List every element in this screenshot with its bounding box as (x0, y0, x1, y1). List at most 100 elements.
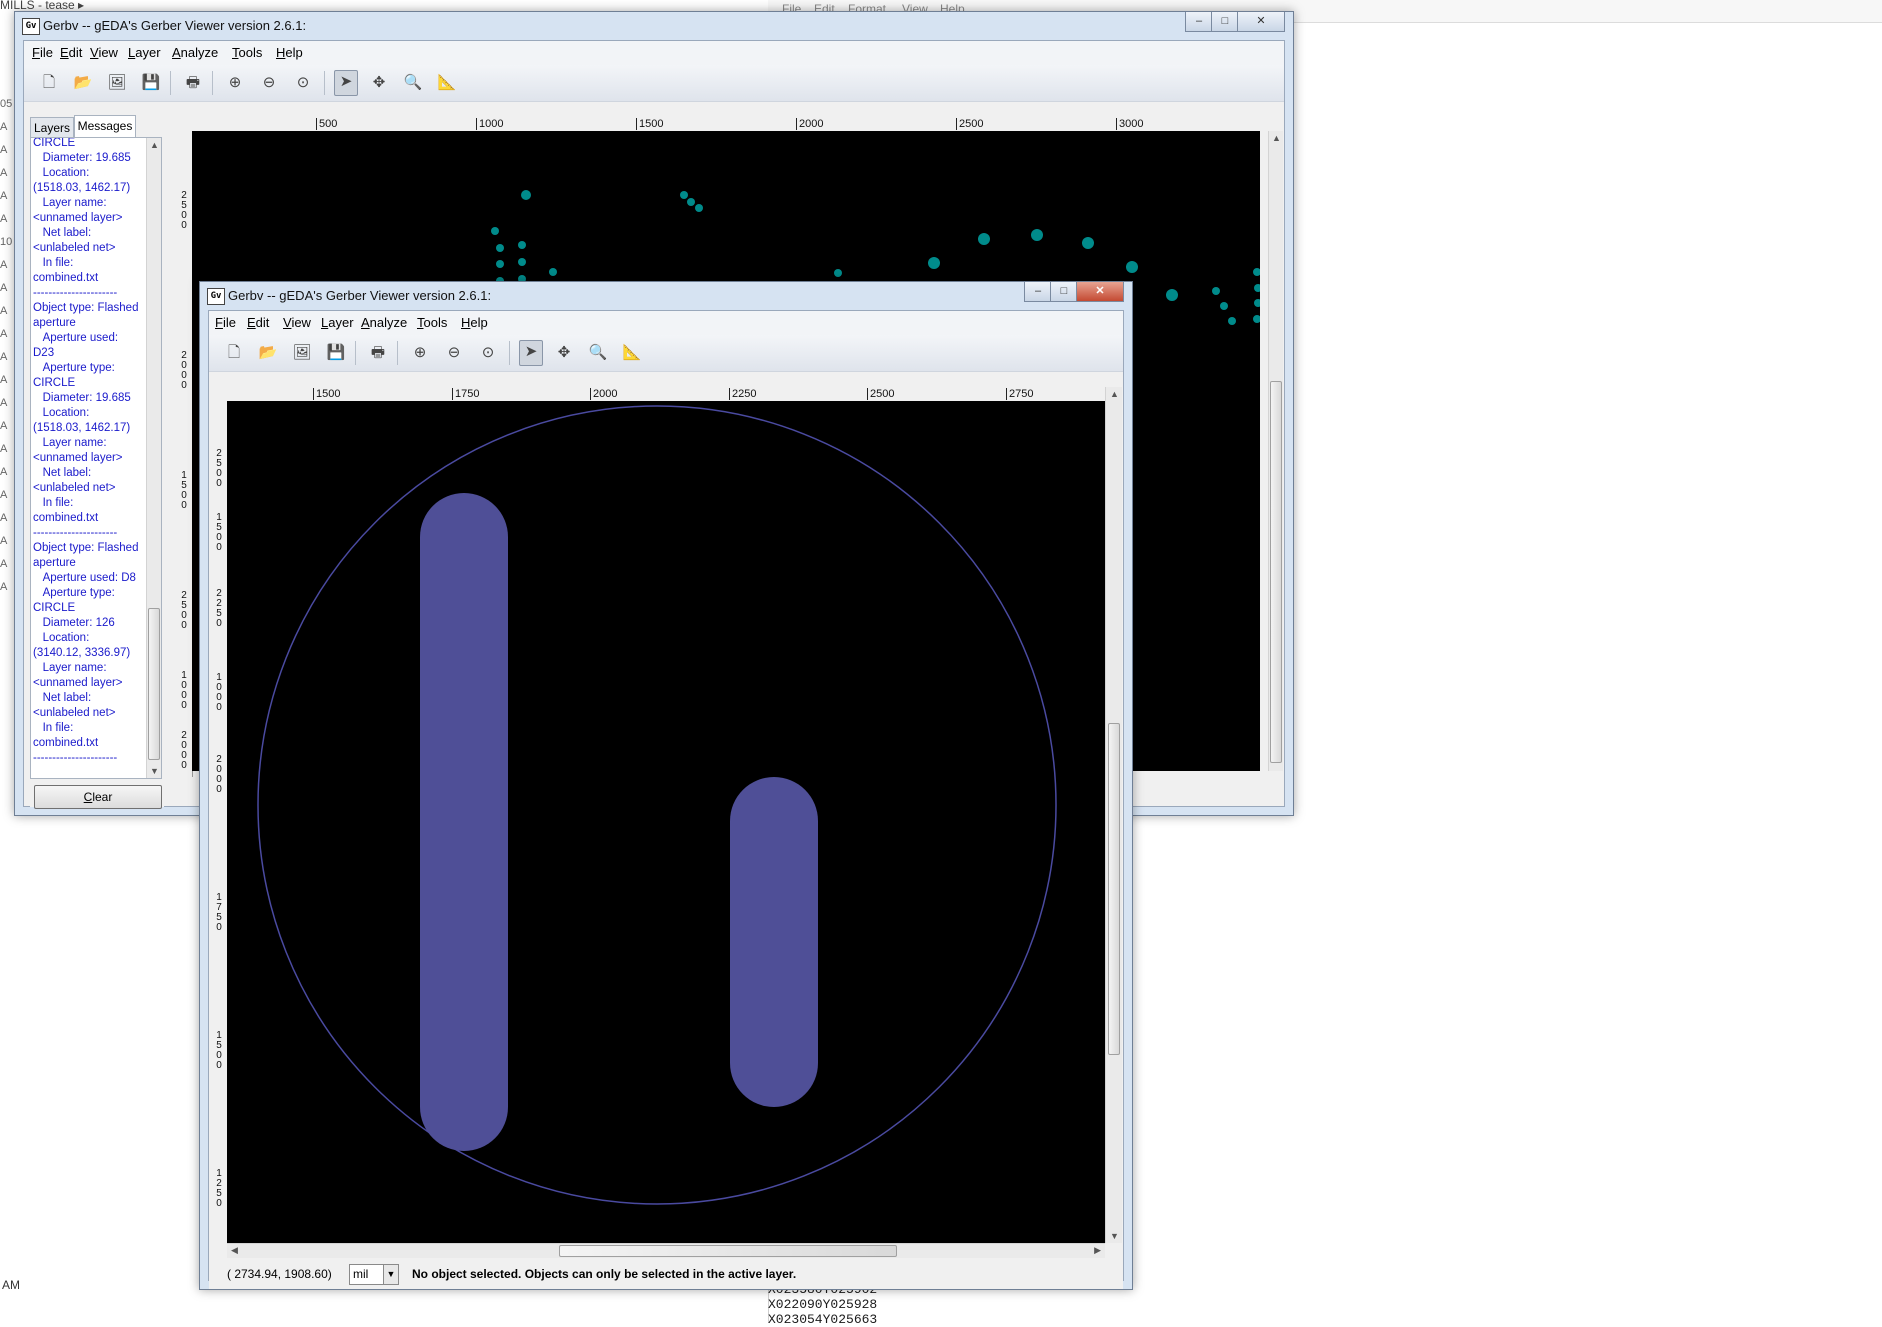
canvas-vscroll-thumb[interactable] (1270, 381, 1282, 763)
maximize-button[interactable]: □ (1050, 282, 1078, 302)
pointer-tool-icon[interactable]: ➤ (334, 70, 358, 96)
zoom-tool-icon[interactable]: 🔍 (402, 72, 424, 94)
canvas-vscroll[interactable]: ▲ ▼ (1105, 387, 1122, 1243)
close-button[interactable]: ✕ (1076, 282, 1124, 302)
revert-icon[interactable]: 🖼 (106, 72, 128, 94)
menu-analyze[interactable]: Analyze (172, 45, 218, 60)
flashed-pad (496, 244, 504, 252)
flashed-pad (491, 227, 499, 235)
scroll-down-arrow-icon[interactable]: ▼ (1110, 1231, 1119, 1241)
board-outline (257, 405, 1057, 1205)
background-list-letter: A (0, 466, 8, 478)
zoom-out-icon[interactable]: ⊖ (258, 72, 280, 94)
tab-messages[interactable]: Messages (74, 115, 136, 138)
clear-button[interactable]: Clear (34, 785, 162, 809)
zoom-fit-icon[interactable]: ⊙ (477, 342, 499, 364)
flashed-pad (1228, 317, 1236, 325)
menu-file[interactable]: File (32, 45, 53, 60)
tab-layers[interactable]: Layers (30, 117, 74, 138)
window-title: Gerbv -- gEDA's Gerber Viewer version 2.… (43, 18, 307, 33)
menu-layer[interactable]: Layer (128, 45, 161, 60)
horizontal-ruler: 1500 1750 2000 2250 2500 2750 (227, 387, 1105, 402)
ruler-label: 2000 (590, 388, 617, 400)
menu-help[interactable]: Help (276, 45, 303, 60)
menu-edit[interactable]: Edit (247, 315, 269, 330)
ruler-label: 1500 (313, 388, 340, 400)
chevron-down-icon[interactable]: ▼ (383, 1265, 398, 1284)
gerber-canvas-front[interactable] (227, 401, 1105, 1243)
background-list-letter: 10 (0, 236, 13, 248)
canvas-hscroll[interactable]: ◀ ▶ (227, 1243, 1105, 1258)
menu-help[interactable]: Help (461, 315, 488, 330)
canvas-hscroll-thumb[interactable] (559, 1245, 897, 1257)
scroll-down-arrow-icon[interactable]: ▼ (150, 766, 159, 776)
unit-select[interactable]: mil ▼ (349, 1264, 399, 1285)
minimize-button[interactable]: – (1024, 282, 1052, 302)
flashed-pad (1253, 268, 1260, 276)
pointer-tool-icon[interactable]: ➤ (519, 340, 543, 366)
measure-tool-icon[interactable]: 📐 (436, 72, 458, 94)
messages-scrollbar[interactable]: ▲ ▼ (146, 138, 161, 778)
ruler-label: 2000 (181, 730, 187, 771)
pan-tool-icon[interactable]: ✥ (553, 342, 575, 364)
scroll-left-arrow-icon[interactable]: ◀ (231, 1245, 238, 1256)
background-list-letter: A (0, 581, 8, 593)
window-title: Gerbv -- gEDA's Gerber Viewer version 2.… (228, 288, 492, 303)
canvas-vscroll[interactable]: ▲ (1268, 131, 1283, 771)
ruler-label: 1000 (476, 118, 503, 130)
open-folder-icon[interactable]: 📂 (72, 72, 94, 94)
zoom-fit-icon[interactable]: ⊙ (292, 72, 314, 94)
ruler-label: 2500 (181, 190, 187, 231)
close-button[interactable]: ✕ (1237, 12, 1285, 32)
sidebar: Layers Messages CIRCLE Diameter: 19.685 … (30, 115, 164, 809)
scroll-up-arrow-icon[interactable]: ▲ (1110, 389, 1119, 399)
zoom-out-icon[interactable]: ⊖ (443, 342, 465, 364)
maximize-button[interactable]: □ (1211, 12, 1239, 32)
menu-tools[interactable]: Tools (232, 45, 262, 60)
toolbar-separator (212, 71, 213, 95)
titlebar[interactable]: Gv Gerbv -- gEDA's Gerber Viewer version… (15, 12, 1293, 40)
flashed-pad (1082, 237, 1094, 249)
flashed-pad (1126, 261, 1138, 273)
menu-analyze[interactable]: Analyze (361, 315, 407, 330)
ruler-label: 1500 (636, 118, 663, 130)
save-icon[interactable]: 💾 (140, 72, 162, 94)
toolbar-separator (324, 71, 325, 95)
menu-view[interactable]: View (90, 45, 118, 60)
ruler-label: 1000 (216, 672, 222, 713)
revert-icon[interactable]: 🖼 (291, 342, 313, 364)
zoom-in-icon[interactable]: ⊕ (224, 72, 246, 94)
zoom-in-icon[interactable]: ⊕ (409, 342, 431, 364)
scroll-up-arrow-icon[interactable]: ▲ (1272, 133, 1281, 143)
scroll-right-arrow-icon[interactable]: ▶ (1094, 1245, 1101, 1256)
new-file-icon[interactable]: 🗋 (223, 342, 245, 364)
zoom-tool-icon[interactable]: 🔍 (587, 342, 609, 364)
menu-layer[interactable]: Layer (321, 315, 354, 330)
menu-file[interactable]: File (215, 315, 236, 330)
ruler-label: 2250 (216, 588, 222, 629)
measure-tool-icon[interactable]: 📐 (621, 342, 643, 364)
menu-view[interactable]: View (283, 315, 311, 330)
minimize-button[interactable]: – (1185, 12, 1213, 32)
menu-edit[interactable]: Edit (60, 45, 82, 60)
flashed-pad (695, 204, 703, 212)
background-list-letter: A (0, 489, 8, 501)
menubar: File Edit View Layer Analyze Tools Help (24, 41, 1284, 65)
ruler-label: 2000 (216, 754, 222, 795)
print-icon[interactable]: 🖶 (367, 342, 389, 364)
menu-tools[interactable]: Tools (417, 315, 447, 330)
scroll-up-arrow-icon[interactable]: ▲ (150, 140, 159, 150)
unit-select-value: mil (353, 1267, 369, 1281)
open-folder-icon[interactable]: 📂 (257, 342, 279, 364)
canvas-vscroll-thumb[interactable] (1108, 723, 1120, 1055)
toolbar-separator (170, 71, 171, 95)
print-icon[interactable]: 🖶 (182, 72, 204, 94)
titlebar[interactable]: Gv Gerbv -- gEDA's Gerber Viewer version… (200, 282, 1132, 310)
background-list-letter: A (0, 282, 8, 294)
messages-scroll-thumb[interactable] (148, 608, 160, 760)
new-file-icon[interactable]: 🗋 (38, 72, 60, 94)
background-list-letter: A (0, 305, 8, 317)
save-icon[interactable]: 💾 (325, 342, 347, 364)
flashed-pad (518, 241, 526, 249)
pan-tool-icon[interactable]: ✥ (368, 72, 390, 94)
